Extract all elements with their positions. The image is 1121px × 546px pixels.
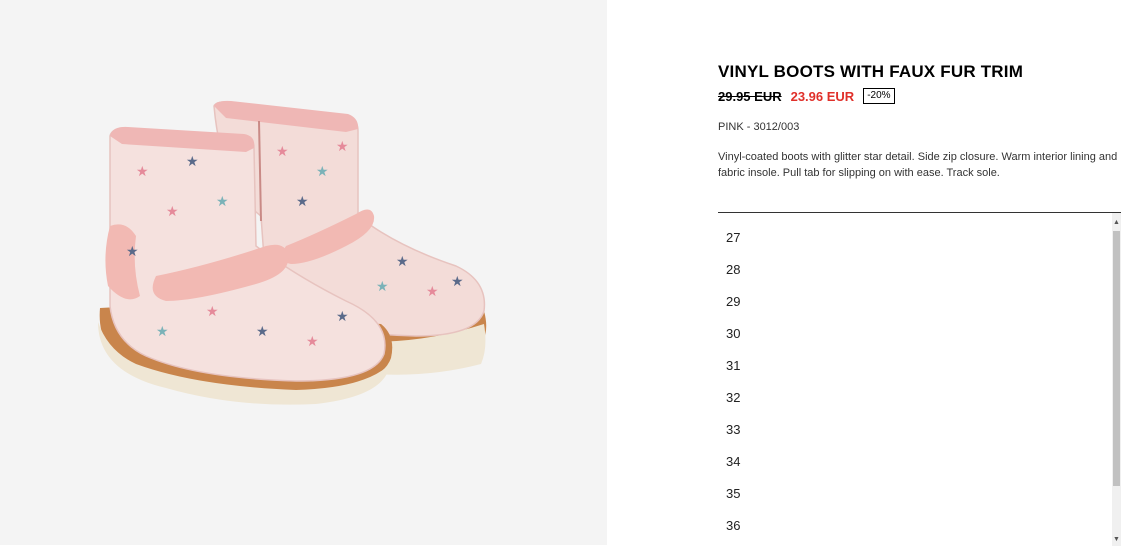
- color-reference: PINK - 3012/003: [718, 121, 800, 133]
- size-option[interactable]: 27: [718, 221, 1121, 253]
- product-details: VINYL BOOTS WITH FAUX FUR TRIM 29.95 EUR…: [607, 0, 1121, 546]
- size-option[interactable]: 35: [718, 477, 1121, 509]
- svg-text:★: ★: [451, 274, 464, 290]
- svg-text:★: ★: [256, 324, 269, 340]
- discount-badge: -20%: [863, 88, 895, 104]
- svg-text:★: ★: [336, 309, 349, 325]
- scroll-up-arrow-icon[interactable]: ▲: [1113, 219, 1120, 227]
- size-option[interactable]: 30: [718, 317, 1121, 349]
- size-option[interactable]: 34: [718, 445, 1121, 477]
- size-list[interactable]: 27 28 29 30 31 32 33 34 35 36 ▲ ▼: [718, 212, 1121, 546]
- product-description: Vinyl-coated boots with glitter star det…: [718, 151, 1118, 179]
- svg-text:★: ★: [166, 204, 179, 220]
- svg-text:★: ★: [276, 144, 289, 160]
- product-title: VINYL BOOTS WITH FAUX FUR TRIM: [718, 62, 1024, 81]
- size-option[interactable]: 33: [718, 413, 1121, 445]
- scroll-down-arrow-icon[interactable]: ▼: [1113, 536, 1120, 544]
- svg-text:★: ★: [156, 324, 169, 340]
- svg-text:★: ★: [316, 164, 329, 180]
- size-option[interactable]: 36: [718, 509, 1121, 541]
- svg-text:★: ★: [216, 194, 229, 210]
- old-price: 29.95 EUR: [718, 88, 782, 104]
- size-option[interactable]: 28: [718, 253, 1121, 285]
- scrollbar-thumb[interactable]: [1113, 231, 1120, 486]
- sale-price: 23.96 EUR: [790, 88, 855, 104]
- svg-text:★: ★: [426, 284, 439, 300]
- size-option[interactable]: 29: [718, 285, 1121, 317]
- svg-text:★: ★: [376, 279, 389, 295]
- svg-text:★: ★: [126, 244, 139, 260]
- svg-text:★: ★: [306, 334, 319, 350]
- svg-text:★: ★: [296, 194, 309, 210]
- svg-text:★: ★: [396, 254, 409, 270]
- price-row: 29.95 EUR 23.96 EUR -20%: [718, 87, 895, 105]
- svg-text:★: ★: [206, 304, 219, 320]
- svg-text:★: ★: [336, 139, 349, 155]
- size-option[interactable]: 32: [718, 381, 1121, 413]
- product-image[interactable]: ★ ★ ★ ★ ★ ★ ★ ★ ★ ★ ★ ★ ★ ★ ★ ★ ★ ★: [96, 96, 506, 426]
- product-image-panel: ★ ★ ★ ★ ★ ★ ★ ★ ★ ★ ★ ★ ★ ★ ★ ★ ★ ★: [0, 0, 607, 545]
- size-option[interactable]: 31: [718, 349, 1121, 381]
- size-list-scrollbar[interactable]: ▲ ▼: [1112, 213, 1121, 546]
- svg-text:★: ★: [136, 164, 149, 180]
- svg-text:★: ★: [186, 154, 199, 170]
